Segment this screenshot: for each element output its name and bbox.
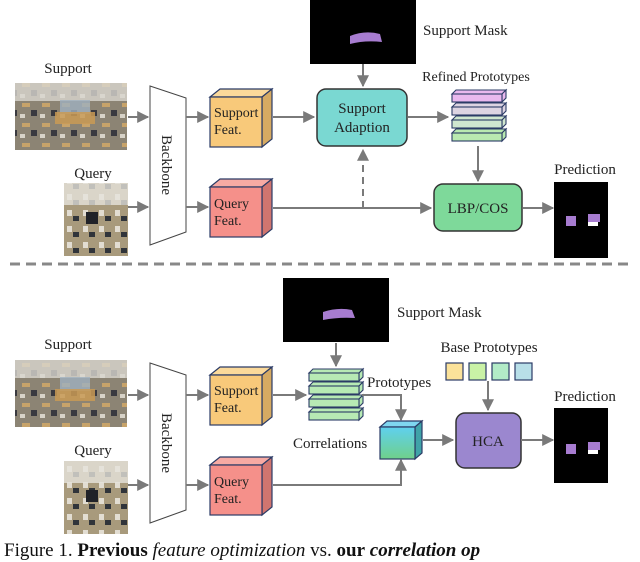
base-prototype-square — [491, 362, 510, 381]
support-label: Support — [44, 337, 92, 353]
support-image — [15, 83, 127, 150]
prototype-slab — [307, 406, 365, 422]
support-mask-image — [310, 0, 416, 64]
base-prototype-square — [445, 362, 464, 381]
base-prototypes-label: Base Prototypes — [440, 340, 537, 356]
support-adaption-label-1: Support — [338, 101, 386, 117]
support-adaption-label-2: Adaption — [334, 120, 390, 136]
prediction-image — [554, 408, 608, 483]
figure-caption: Figure 1. Previous feature optimization … — [4, 540, 480, 562]
support-image — [15, 360, 127, 427]
query-feat-label-2: Feat. — [214, 214, 242, 229]
prototype-slab — [307, 367, 365, 383]
support-feat-cube: Support Feat. — [208, 87, 274, 149]
prototype-slab — [450, 114, 508, 130]
prototype-slab — [450, 88, 508, 104]
query-image — [64, 461, 128, 534]
top-panel: Support Query Backbone Support Feat. Que… — [15, 0, 616, 258]
support-mask-label: Support Mask — [423, 23, 508, 39]
backbone-label: Backbone — [158, 135, 174, 195]
refined-prototypes-label: Refined Prototypes — [422, 70, 530, 85]
query-label: Query — [74, 166, 112, 182]
arrow — [273, 458, 407, 486]
query-feat-label-1: Query — [214, 197, 249, 212]
query-feat-cube: Query Feat. — [208, 455, 274, 517]
base-prototype-square — [468, 362, 487, 381]
prediction-label: Prediction — [554, 389, 616, 405]
base-prototype-square — [514, 362, 533, 381]
prototypes-stack — [307, 367, 365, 422]
lbp-cos-label: LBP/COS — [448, 201, 509, 217]
prototype-slab — [450, 101, 508, 117]
support-feat-label-1: Support — [214, 106, 258, 121]
support-feat-label-2: Feat. — [214, 401, 242, 416]
refined-prototypes-stack — [450, 88, 508, 143]
support-adaption-block — [316, 88, 408, 147]
prediction-label: Prediction — [554, 162, 616, 178]
support-mask-image — [283, 278, 389, 342]
arrow — [362, 394, 407, 422]
prediction-image — [554, 182, 608, 258]
backbone-label: Backbone — [158, 413, 174, 473]
diagram: Support Query Backbone Support Feat. Que… — [10, 0, 632, 534]
support-feat-cube: Support Feat. — [208, 365, 274, 427]
support-feat-label-2: Feat. — [214, 123, 242, 138]
query-feat-cube: Query Feat. — [208, 177, 274, 239]
query-feat-label-1: Query — [214, 475, 249, 490]
correlations-cube — [378, 419, 424, 461]
support-mask-label: Support Mask — [397, 305, 482, 321]
base-prototypes-row — [445, 362, 533, 381]
query-image — [64, 183, 128, 256]
prototype-slab — [307, 393, 365, 409]
prototype-slab — [450, 127, 508, 143]
query-label: Query — [74, 443, 112, 459]
query-feat-label-2: Feat. — [214, 492, 242, 507]
prototype-slab — [307, 380, 365, 396]
hca-label: HCA — [472, 434, 504, 450]
prototypes-label: Prototypes — [367, 375, 431, 391]
support-label: Support — [44, 61, 92, 77]
correlations-label: Correlations — [293, 436, 367, 452]
bottom-panel: Support Query Backbone Support Feat. Que… — [15, 278, 616, 534]
support-feat-label-1: Support — [214, 384, 258, 399]
